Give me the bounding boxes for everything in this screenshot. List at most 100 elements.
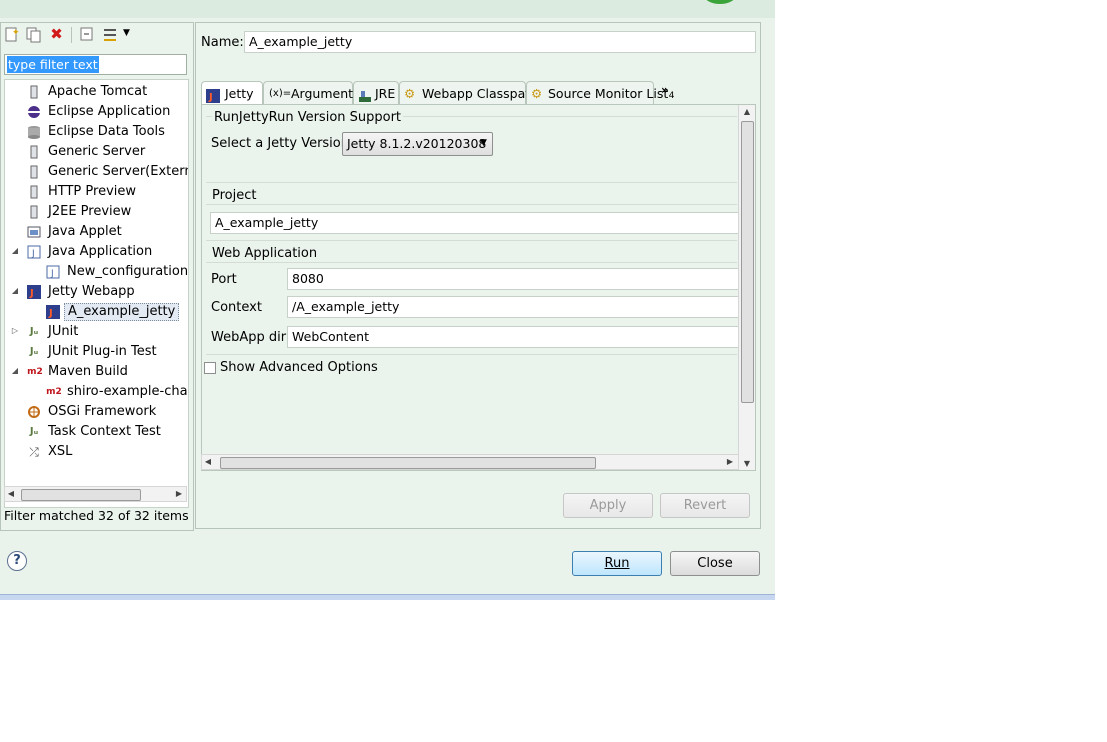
server-icon — [27, 205, 41, 219]
tree-item-label: Apache Tomcat — [48, 84, 148, 99]
expanded-twisty-icon[interactable]: ◢ — [10, 246, 20, 255]
tab-source-monitor-list[interactable]: ⚙ Source Monitor List — [526, 81, 668, 105]
collapsed-twisty-icon[interactable]: ▷ — [10, 326, 20, 335]
tree-item-label: J2EE Preview — [48, 204, 132, 219]
tree-item-label: Java Applet — [48, 224, 122, 239]
group-border — [206, 182, 737, 183]
toolbar-divider — [71, 27, 72, 43]
tree-item-label: New_configuration — [67, 264, 189, 279]
chevron-right-icon: » — [661, 83, 669, 97]
project-input[interactable]: A_example_jetty — [210, 212, 739, 234]
collapse-all-icon[interactable] — [79, 26, 96, 43]
scroll-left-icon[interactable]: ◀ — [5, 489, 17, 498]
left-panel: ✦ ✖ ▼ type filter text Apache Tomcat Ecl… — [0, 22, 194, 531]
help-icon[interactable]: ? — [7, 551, 27, 571]
config-editor-panel: Name: A_example_jetty J Jetty (x)= Argum… — [195, 22, 761, 529]
database-icon — [27, 125, 41, 139]
junit-icon: Jᵤ — [29, 326, 39, 337]
chevron-down-icon[interactable]: ▼ — [480, 138, 487, 148]
java-app-icon: J — [27, 245, 41, 259]
tree-item-label: Maven Build — [48, 364, 128, 379]
tab-jre[interactable]: JRE — [353, 81, 399, 105]
expanded-twisty-icon[interactable]: ◢ — [10, 366, 20, 375]
webapp-dir-input[interactable]: WebContent — [287, 326, 739, 348]
group-border — [206, 240, 737, 241]
tree-item-label-selected: A_example_jetty — [64, 303, 180, 321]
tree-item-label: Task Context Test — [48, 424, 161, 439]
tree-item-label: JUnit Plug-in Test — [48, 344, 157, 359]
tab-arguments[interactable]: (x)= Arguments — [263, 81, 360, 105]
new-config-icon[interactable]: ✦ — [3, 26, 20, 43]
scroll-thumb[interactable] — [741, 121, 754, 403]
tab-jetty[interactable]: J Jetty — [201, 81, 263, 105]
tree-item-label: JUnit — [48, 324, 79, 339]
server-icon — [27, 165, 41, 179]
scroll-right-icon[interactable]: ▶ — [724, 457, 736, 466]
content-vertical-scrollbar[interactable]: ▲ ▼ — [738, 105, 755, 470]
scroll-thumb[interactable] — [220, 457, 596, 469]
tree-horizontal-scrollbar[interactable]: ◀ ▶ — [4, 486, 187, 502]
tab-label: Arguments — [291, 86, 360, 101]
svg-text:J: J — [29, 288, 34, 299]
editor-horizontal-scrollbar[interactable]: ◀ ▶ — [201, 454, 739, 470]
jetty-version-value: Jetty 8.1.2.v20120308 — [347, 136, 487, 151]
tree-item-label: OSGi Framework — [48, 404, 157, 419]
scroll-up-icon[interactable]: ▲ — [741, 107, 753, 116]
port-input[interactable]: 8080 — [287, 268, 739, 290]
arguments-icon: (x)= — [269, 88, 292, 99]
launch-configurations-dialog: ✦ ✖ ▼ type filter text Apache Tomcat Ecl… — [0, 0, 775, 600]
run-button[interactable]: Run — [572, 551, 662, 576]
scroll-thumb[interactable] — [21, 489, 141, 501]
filter-input-text: type filter text — [7, 56, 99, 73]
tab-content: RunJettyRun Version Support Select a Jet… — [201, 104, 756, 471]
filter-status: Filter matched 32 of 32 items — [4, 508, 189, 523]
group-border — [206, 204, 737, 205]
context-input[interactable]: /A_example_jetty — [287, 296, 739, 318]
tree-item-label: HTTP Preview — [48, 184, 137, 199]
tab-webapp-classpath[interactable]: ⚙ Webapp Classpath — [399, 81, 538, 105]
maven-icon: m2 — [27, 367, 43, 377]
tab-label: Webapp Classpath — [422, 86, 539, 101]
chevron-down-icon[interactable]: ▼ — [123, 28, 130, 38]
port-label: Port — [211, 272, 237, 287]
more-tabs-button[interactable]: »4 — [661, 83, 675, 101]
filter-input[interactable]: type filter text — [4, 54, 187, 75]
filter-icon[interactable] — [102, 26, 119, 43]
context-label: Context — [211, 300, 262, 315]
maven-icon: m2 — [46, 387, 62, 397]
name-label: Name: — [201, 35, 244, 50]
apply-button[interactable]: Apply — [563, 493, 653, 518]
java-app-icon: J — [46, 265, 60, 279]
tree-item-label: Eclipse Application — [48, 104, 171, 119]
classpath-icon: ⚙ — [404, 86, 416, 101]
expanded-twisty-icon[interactable]: ◢ — [10, 286, 20, 295]
svg-text:✦: ✦ — [12, 28, 20, 38]
svg-text:J: J — [208, 92, 213, 103]
group-border — [206, 354, 737, 355]
config-type-tree: Apache Tomcat Eclipse Application Eclips… — [4, 79, 189, 508]
tree-item-label: shiro-example-chapt — [67, 384, 189, 399]
scroll-right-icon[interactable]: ▶ — [173, 489, 185, 498]
jre-icon — [358, 87, 372, 102]
eclipse-icon — [27, 105, 41, 119]
name-input[interactable]: A_example_jetty — [244, 31, 756, 53]
show-advanced-checkbox[interactable] — [204, 362, 216, 374]
revert-button[interactable]: Revert — [660, 493, 750, 518]
jetty-version-select[interactable]: Jetty 8.1.2.v20120308 ▼ — [342, 132, 493, 156]
tab-label: Jetty — [225, 86, 254, 101]
jetty-icon: J — [27, 285, 41, 299]
scroll-left-icon[interactable]: ◀ — [202, 457, 214, 466]
scroll-down-icon[interactable]: ▼ — [741, 459, 753, 468]
server-icon — [27, 85, 41, 99]
server-icon — [27, 185, 41, 199]
delete-icon[interactable]: ✖ — [48, 26, 65, 43]
overflow-count: 4 — [668, 91, 675, 101]
xsl-icon: ⤮ — [29, 445, 39, 459]
tree-item-label: Jetty Webapp — [48, 284, 135, 299]
duplicate-icon[interactable] — [25, 26, 42, 43]
tab-label: Source Monitor List — [548, 86, 669, 101]
webapp-dir-label: WebApp dir — [211, 330, 287, 345]
close-button[interactable]: Close — [670, 551, 760, 576]
show-advanced-label: Show Advanced Options — [220, 360, 378, 375]
tree-item-label: Generic Server(External — [48, 164, 189, 179]
